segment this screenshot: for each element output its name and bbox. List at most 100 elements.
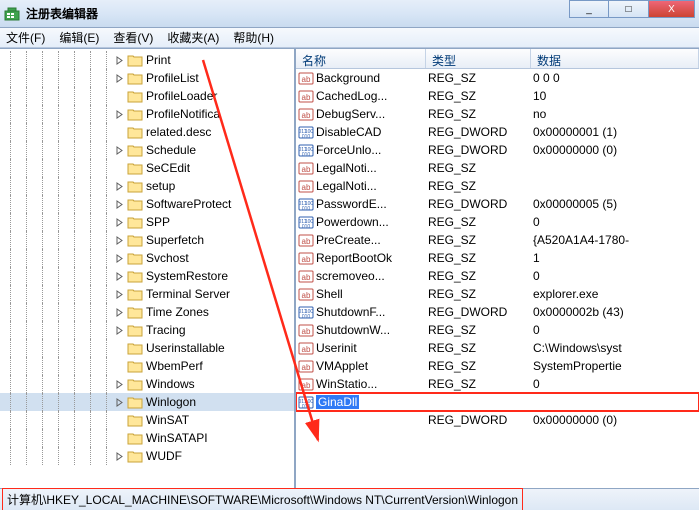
tree-item[interactable]: ProfileNotifica — [0, 105, 294, 123]
value-row[interactable]: abscremoveo...REG_SZ0 — [296, 267, 699, 285]
value-row[interactable]: 011100010PasswordE...REG_DWORD0x00000005… — [296, 195, 699, 213]
tree-indent — [2, 447, 18, 465]
tree-item[interactable]: SoftwareProtect — [0, 195, 294, 213]
tree-item[interactable]: WinSATAPI — [0, 429, 294, 447]
expander-icon[interactable] — [114, 451, 125, 462]
value-name: DebugServ... — [316, 107, 385, 121]
tree-item[interactable]: SPP — [0, 213, 294, 231]
menu-file[interactable]: 文件(F) — [6, 29, 45, 46]
string-value-icon: ab — [298, 88, 314, 104]
value-row[interactable]: abPreCreate...REG_SZ{A520A1A4-1780- — [296, 231, 699, 249]
tree-indent — [2, 393, 18, 411]
tree-indent — [50, 213, 66, 231]
close-button[interactable]: X — [649, 0, 695, 18]
tree-indent — [82, 177, 98, 195]
value-row[interactable]: abShutdownW...REG_SZ0 — [296, 321, 699, 339]
string-value-icon: ab — [298, 106, 314, 122]
tree-indent — [98, 231, 114, 249]
value-row[interactable]: 011100010GinaDll — [296, 393, 699, 411]
value-name: scremoveo... — [316, 269, 385, 283]
tree-indent — [82, 195, 98, 213]
tree-indent — [66, 411, 82, 429]
value-row[interactable]: abShellREG_SZexplorer.exe — [296, 285, 699, 303]
tree-item[interactable]: ProfileLoader — [0, 87, 294, 105]
expander-icon[interactable] — [114, 325, 125, 336]
value-name: ShutdownF... — [316, 305, 385, 319]
value-row[interactable]: abLegalNoti...REG_SZ — [296, 177, 699, 195]
col-header-name[interactable]: 名称 — [296, 49, 426, 68]
tree-item[interactable]: WUDF — [0, 447, 294, 465]
tree-pane[interactable]: PrintProfileListProfileLoaderProfileNoti… — [0, 49, 296, 488]
svg-text:ab: ab — [302, 273, 311, 282]
expander-icon[interactable] — [114, 235, 125, 246]
tree-indent — [2, 69, 18, 87]
tree-item[interactable]: Print — [0, 51, 294, 69]
tree-item[interactable]: Schedule — [0, 141, 294, 159]
expander-icon[interactable] — [114, 145, 125, 156]
value-row[interactable]: abCachedLog...REG_SZ10 — [296, 87, 699, 105]
tree-item[interactable]: WinSAT — [0, 411, 294, 429]
value-row[interactable]: REG_DWORD0x00000000 (0) — [296, 411, 699, 429]
expander-icon[interactable] — [114, 181, 125, 192]
value-row[interactable]: abWinStatio...REG_SZ0 — [296, 375, 699, 393]
tree-indent — [82, 51, 98, 69]
tree-item-label: SeCEdit — [146, 161, 190, 175]
tree-item[interactable]: Time Zones — [0, 303, 294, 321]
value-type: REG_SZ — [426, 251, 531, 265]
value-row[interactable]: abReportBootOkREG_SZ1 — [296, 249, 699, 267]
tree-indent — [82, 393, 98, 411]
tree-item[interactable]: setup — [0, 177, 294, 195]
expander-icon[interactable] — [114, 307, 125, 318]
value-row[interactable]: 011100010ShutdownF...REG_DWORD0x0000002b… — [296, 303, 699, 321]
tree-item[interactable]: SystemRestore — [0, 267, 294, 285]
value-row[interactable]: abBackgroundREG_SZ0 0 0 — [296, 69, 699, 87]
tree-item[interactable]: Winlogon — [0, 393, 294, 411]
tree-item[interactable]: Tracing — [0, 321, 294, 339]
tree-item[interactable]: Superfetch — [0, 231, 294, 249]
value-row[interactable]: 011100010ForceUnlo...REG_DWORD0x00000000… — [296, 141, 699, 159]
tree-indent — [50, 321, 66, 339]
tree-indent — [2, 87, 18, 105]
tree-indent — [34, 123, 50, 141]
menu-favorites[interactable]: 收藏夹(A) — [167, 29, 219, 46]
value-row[interactable]: abLegalNoti...REG_SZ — [296, 159, 699, 177]
value-row[interactable]: 011100010Powerdown...REG_SZ0 — [296, 213, 699, 231]
tree-item[interactable]: SeCEdit — [0, 159, 294, 177]
expander-icon[interactable] — [114, 217, 125, 228]
svg-text:ab: ab — [302, 237, 311, 246]
minimize-button[interactable]: _ — [569, 0, 609, 18]
tree-indent — [18, 393, 34, 411]
tree-item[interactable]: Terminal Server — [0, 285, 294, 303]
menu-edit[interactable]: 编辑(E) — [59, 29, 99, 46]
maximize-button[interactable]: □ — [609, 0, 649, 18]
col-header-data[interactable]: 数据 — [531, 49, 699, 68]
expander-icon[interactable] — [114, 199, 125, 210]
tree-item[interactable]: Windows — [0, 375, 294, 393]
list-pane[interactable]: 名称 类型 数据 abBackgroundREG_SZ0 0 0abCached… — [296, 49, 699, 488]
value-row[interactable]: abDebugServ...REG_SZno — [296, 105, 699, 123]
expander-icon[interactable] — [114, 109, 125, 120]
dword-value-icon: 011100010 — [298, 394, 314, 410]
expander-icon[interactable] — [114, 55, 125, 66]
tree-indent — [98, 213, 114, 231]
tree-indent — [82, 321, 98, 339]
value-row[interactable]: 011100010DisableCADREG_DWORD0x00000001 (… — [296, 123, 699, 141]
expander-icon[interactable] — [114, 289, 125, 300]
tree-item[interactable]: Userinstallable — [0, 339, 294, 357]
tree-item[interactable]: Svchost — [0, 249, 294, 267]
tree-item[interactable]: WbemPerf — [0, 357, 294, 375]
expander-icon[interactable] — [114, 379, 125, 390]
menu-view[interactable]: 查看(V) — [113, 29, 153, 46]
col-header-type[interactable]: 类型 — [426, 49, 531, 68]
menu-help[interactable]: 帮助(H) — [233, 29, 274, 46]
value-row[interactable]: abUserinitREG_SZC:\Windows\syst — [296, 339, 699, 357]
expander-icon[interactable] — [114, 271, 125, 282]
expander-icon[interactable] — [114, 73, 125, 84]
tree-indent — [66, 249, 82, 267]
tree-item[interactable]: ProfileList — [0, 69, 294, 87]
tree-indent — [50, 285, 66, 303]
value-row[interactable]: abVMAppletREG_SZSystemPropertie — [296, 357, 699, 375]
expander-icon[interactable] — [114, 397, 125, 408]
expander-icon[interactable] — [114, 253, 125, 264]
tree-item[interactable]: related.desc — [0, 123, 294, 141]
